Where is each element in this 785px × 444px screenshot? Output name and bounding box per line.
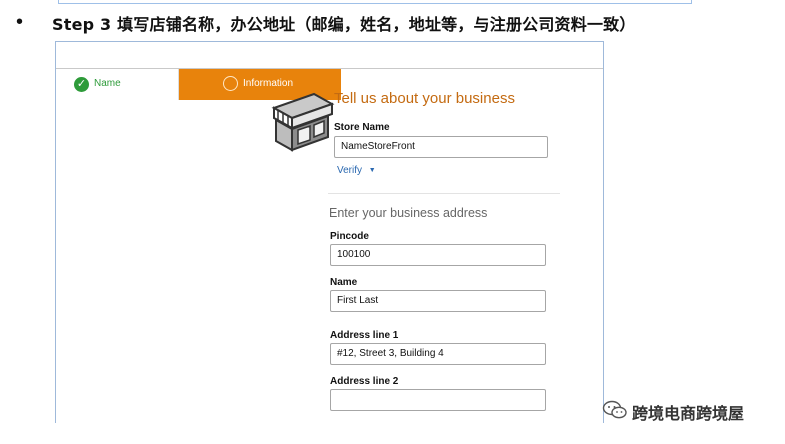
address-line-2-input[interactable] (330, 389, 546, 411)
bullet-point: • (16, 11, 24, 33)
storefront-icon (271, 92, 335, 152)
form-title: Tell us about your business (334, 90, 515, 107)
verify-label: Verify (337, 165, 363, 176)
name-label: Name (330, 277, 358, 288)
watermark-text: 跨境电商跨境屋 (632, 404, 745, 423)
verify-dropdown[interactable]: Verify ▼ (337, 165, 376, 176)
pincode-label: Pincode (330, 231, 369, 242)
screenshot-frame: ✓ Name Information Tell us about your bu… (55, 41, 604, 423)
store-name-input[interactable]: NameStoreFront (334, 136, 548, 158)
checkmark-icon: ✓ (74, 77, 89, 92)
step-heading: Step 3 填写店铺名称，办公地址（邮编，姓名，地址等，与注册公司资料一致） (52, 15, 636, 34)
address-line-2-label: Address line 2 (330, 376, 399, 387)
name-input[interactable]: First Last (330, 290, 546, 312)
circle-icon (223, 76, 238, 91)
stepper-bar: ✓ Name Information (56, 42, 603, 100)
caret-down-icon: ▼ (368, 167, 376, 174)
pincode-input[interactable]: 100100 (330, 244, 546, 266)
previous-screenshot-edge (58, 0, 692, 4)
wechat-icon (602, 400, 627, 419)
section-divider (328, 193, 560, 194)
step-name-tab[interactable]: ✓ Name (56, 69, 179, 100)
address-heading: Enter your business address (329, 206, 488, 220)
step-name-label: Name (94, 78, 121, 89)
store-name-label: Store Name (334, 122, 390, 133)
address-line-1-input[interactable]: #12, Street 3, Building 4 (330, 343, 546, 365)
address-line-1-label: Address line 1 (330, 330, 399, 341)
